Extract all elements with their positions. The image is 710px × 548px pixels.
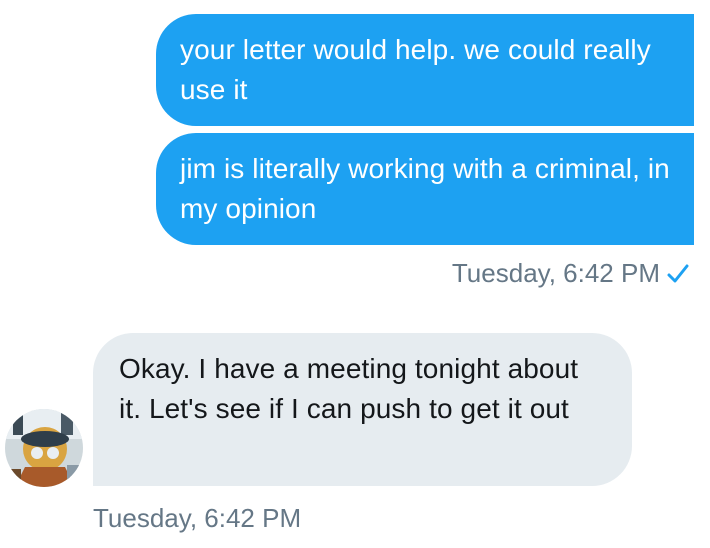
check-icon <box>667 264 689 283</box>
received-message-text: Okay. I have a meeting tonight about it.… <box>119 353 579 424</box>
sent-message-text: your letter would help. we could really … <box>180 34 651 105</box>
sent-message-bubble[interactable]: jim is literally working with a criminal… <box>156 133 694 245</box>
sent-message-bubble[interactable]: your letter would help. we could really … <box>156 14 694 126</box>
avatar[interactable] <box>5 409 83 487</box>
received-message-bubble[interactable]: Okay. I have a meeting tonight about it.… <box>93 333 632 486</box>
avatar-image <box>5 409 83 487</box>
sent-message-text: jim is literally working with a criminal… <box>180 153 670 224</box>
sent-timestamp: Tuesday, 6:42 PM <box>451 258 660 288</box>
received-timestamp: Tuesday, 6:42 PM <box>93 503 302 533</box>
